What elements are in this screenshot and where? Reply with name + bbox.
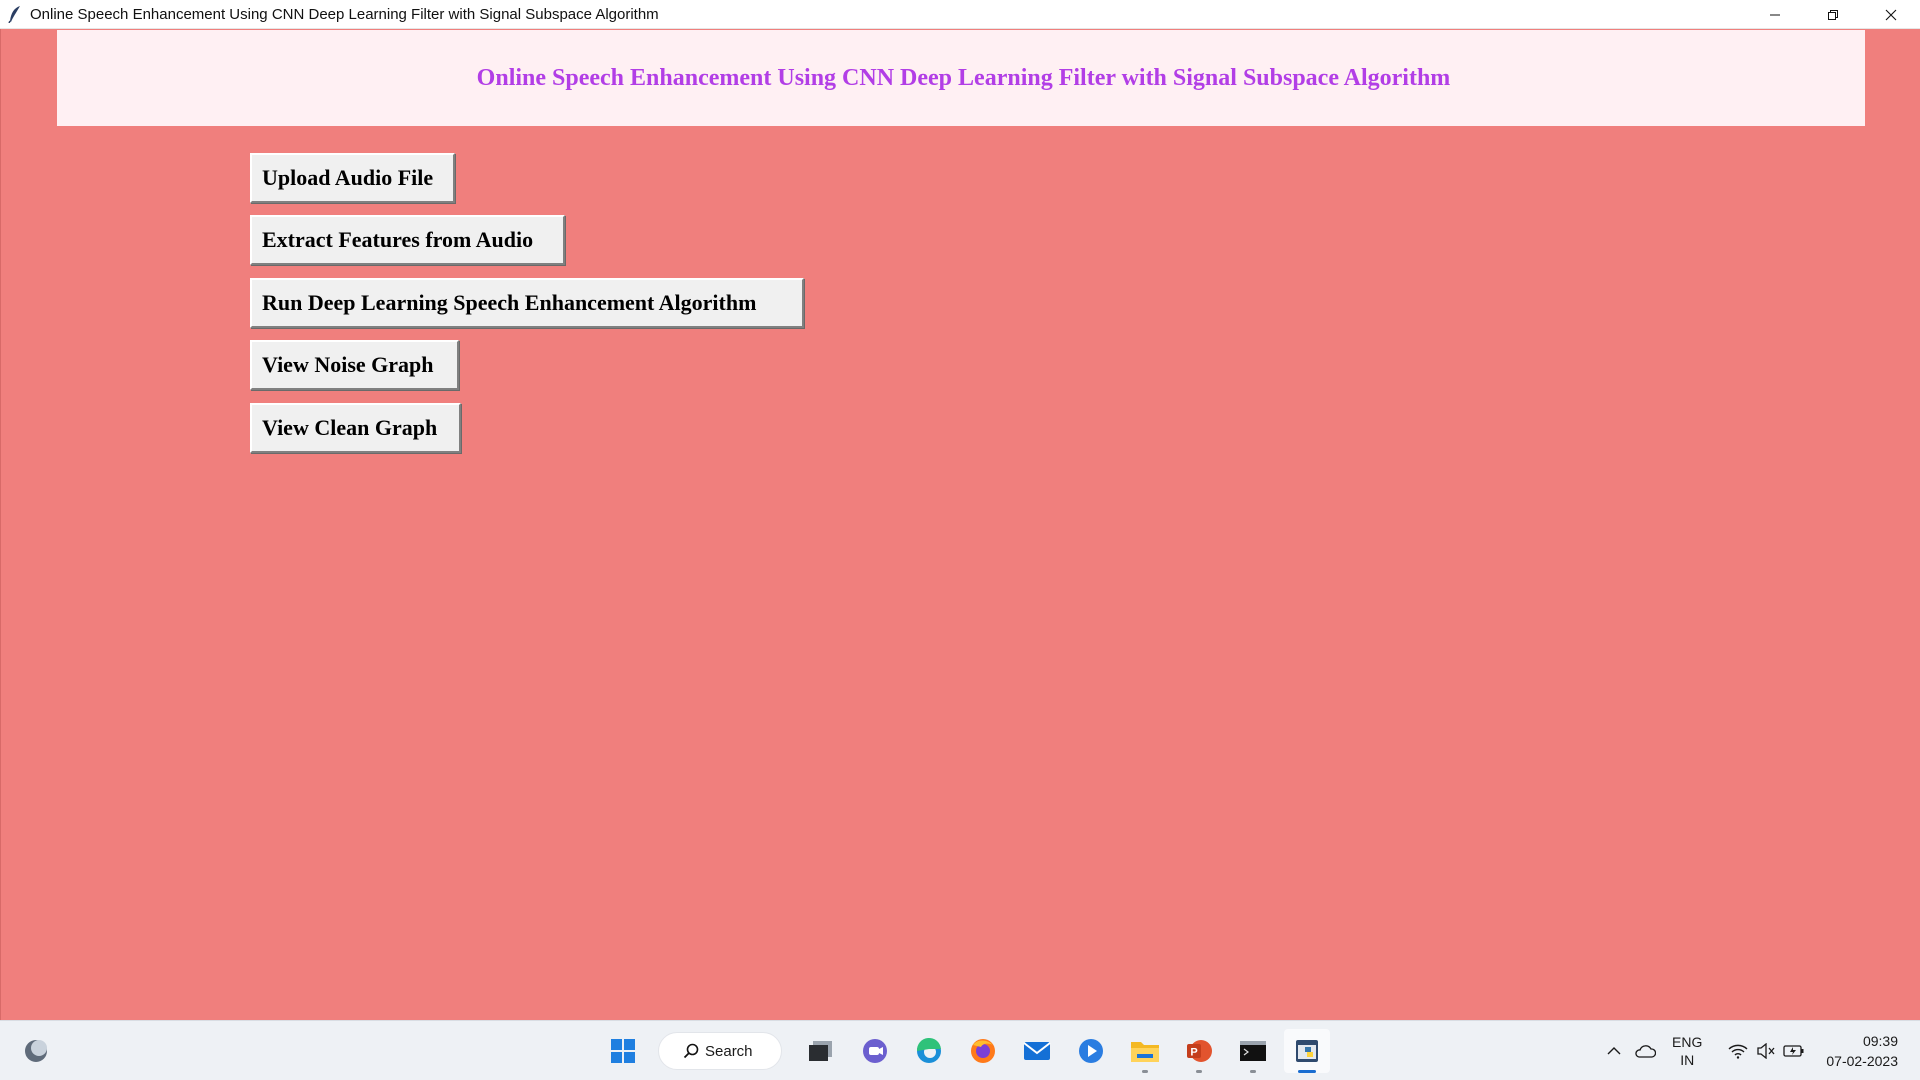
language-indicator[interactable]: ENG IN [1672, 1033, 1702, 1069]
view-noise-graph-button[interactable]: View Noise Graph [250, 340, 459, 390]
mail-icon[interactable] [1014, 1029, 1060, 1073]
battery-charging-icon[interactable] [1780, 1044, 1808, 1058]
running-indicator [1250, 1070, 1256, 1073]
edge-icon[interactable] [906, 1029, 952, 1073]
svg-text:P: P [1190, 1047, 1197, 1059]
running-indicator [1298, 1070, 1316, 1073]
app-window: Online Speech Enhancement Using CNN Deep… [0, 29, 1920, 1020]
restore-icon[interactable] [1804, 0, 1862, 29]
clock[interactable]: 09:39 07-02-2023 [1826, 1031, 1898, 1071]
extract-features-button[interactable]: Extract Features from Audio [250, 215, 565, 265]
page-title: Online Speech Enhancement Using CNN Deep… [476, 64, 1451, 91]
media-player-icon[interactable] [1068, 1029, 1114, 1073]
feather-icon [6, 5, 24, 23]
taskbar: Search P ENG IN 09:39 07-02-2023 [0, 1020, 1920, 1080]
window-title: Online Speech Enhancement Using CNN Deep… [30, 5, 659, 23]
header-panel: Online Speech Enhancement Using CNN Deep… [57, 30, 1865, 126]
clock-date: 07-02-2023 [1826, 1053, 1898, 1069]
view-clean-graph-button[interactable]: View Clean Graph [250, 403, 461, 453]
chevron-up-icon[interactable] [1600, 1046, 1628, 1056]
running-indicator [1196, 1070, 1202, 1073]
wifi-icon[interactable] [1724, 1043, 1752, 1059]
run-enhancement-button[interactable]: Run Deep Learning Speech Enhancement Alg… [250, 278, 804, 328]
running-indicator [1142, 1070, 1148, 1073]
powerpoint-icon[interactable]: P [1176, 1029, 1222, 1073]
teams-chat-icon[interactable] [852, 1029, 898, 1073]
search-label: Search [705, 1042, 753, 1060]
windows-start-icon[interactable] [600, 1029, 646, 1073]
upload-audio-button[interactable]: Upload Audio File [250, 153, 455, 203]
widgets-icon[interactable] [20, 1037, 52, 1065]
terminal-icon[interactable] [1230, 1029, 1276, 1073]
search-icon [683, 1043, 699, 1059]
file-explorer-icon[interactable] [1122, 1029, 1168, 1073]
clock-time: 09:39 [1862, 1033, 1898, 1049]
task-view-icon[interactable] [798, 1029, 844, 1073]
taskbar-search[interactable]: Search [658, 1032, 782, 1070]
minimize-icon[interactable] [1746, 0, 1804, 29]
python-app-icon[interactable] [1284, 1029, 1330, 1073]
window-titlebar: Online Speech Enhancement Using CNN Deep… [0, 0, 1920, 29]
close-icon[interactable] [1862, 0, 1920, 29]
language-region: IN [1680, 1052, 1695, 1068]
onedrive-cloud-icon[interactable] [1628, 1044, 1662, 1058]
language-code: ENG [1672, 1034, 1703, 1050]
speaker-muted-icon[interactable] [1752, 1043, 1780, 1059]
firefox-icon[interactable] [960, 1029, 1006, 1073]
